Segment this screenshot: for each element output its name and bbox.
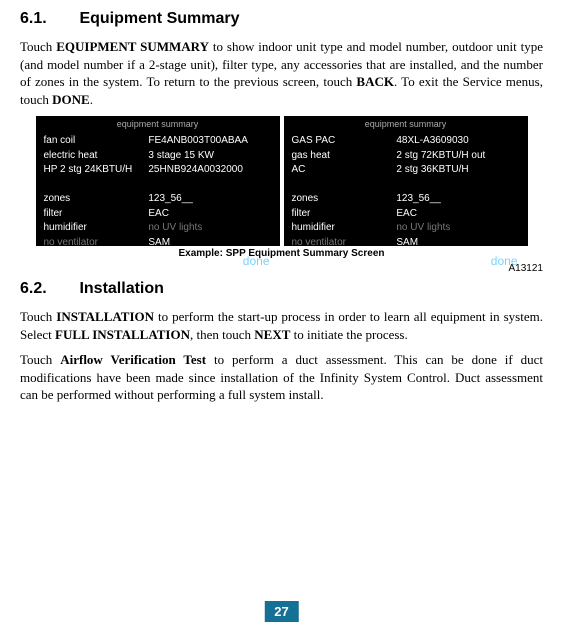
list-item	[396, 178, 519, 193]
section-6-2-paragraph-2: Touch Airflow Verification Test to perfo…	[20, 351, 543, 404]
screen-1-col-right: FE4ANB003T00ABAA 3 stage 15 KW 25HNB924A…	[148, 134, 271, 250]
list-item: EAC	[148, 207, 271, 222]
list-item: 123_56__	[396, 192, 519, 207]
list-item: 25HNB924A0032000	[148, 163, 271, 178]
section-6-1-heading: 6.1. Equipment Summary	[20, 10, 543, 28]
list-item: HP 2 stg 24KBTU/H	[44, 163, 149, 178]
screen-2-col-left: GAS PAC gas heat AC zones filter humidif…	[292, 134, 397, 250]
equipment-summary-screen-1: equipment summary fan coil electric heat…	[36, 116, 280, 246]
screenshot-container: equipment summary fan coil electric heat…	[20, 116, 543, 246]
list-item: FE4ANB003T00ABAA	[148, 134, 271, 149]
back-button[interactable]: back	[294, 254, 319, 268]
section-6-1-number: 6.1.	[20, 10, 75, 28]
list-item: 3 stage 15 KW	[148, 149, 271, 164]
list-item: filter	[44, 207, 149, 222]
screen-1-footer: back done	[36, 252, 280, 272]
list-item: no UV lights	[396, 221, 519, 236]
screen-2-footer: back done	[284, 252, 528, 272]
section-6-2-title: Installation	[79, 280, 163, 297]
list-item: humidifier	[44, 221, 149, 236]
list-item: gas heat	[292, 149, 397, 164]
list-item: electric heat	[44, 149, 149, 164]
screen-2-body: GAS PAC gas heat AC zones filter humidif…	[284, 132, 528, 252]
list-item: 123_56__	[148, 192, 271, 207]
screen-1-col-left: fan coil electric heat HP 2 stg 24KBTU/H…	[44, 134, 149, 250]
list-item: SAM	[148, 236, 271, 251]
section-6-2-paragraph-1: Touch INSTALLATION to perform the start-…	[20, 308, 543, 343]
list-item: 48XL-A3609030	[396, 134, 519, 149]
done-button[interactable]: done	[243, 254, 270, 268]
equipment-summary-screen-2: equipment summary GAS PAC gas heat AC zo…	[284, 116, 528, 246]
section-6-2-number: 6.2.	[20, 280, 75, 298]
list-item: zones	[44, 192, 149, 207]
page-number: 27	[264, 601, 298, 622]
back-button[interactable]: back	[46, 254, 71, 268]
list-item: EAC	[396, 207, 519, 222]
list-item	[148, 178, 271, 193]
screen-2-col-right: 48XL-A3609030 2 stg 72KBTU/H out 2 stg 3…	[396, 134, 519, 250]
list-item: no ventilator	[44, 236, 149, 251]
section-6-2-heading: 6.2. Installation	[20, 280, 543, 298]
list-item: no ventilator	[292, 236, 397, 251]
list-item: filter	[292, 207, 397, 222]
done-button[interactable]: done	[491, 254, 518, 268]
screen-1-body: fan coil electric heat HP 2 stg 24KBTU/H…	[36, 132, 280, 252]
list-item: humidifier	[292, 221, 397, 236]
list-item: AC	[292, 163, 397, 178]
list-item: fan coil	[44, 134, 149, 149]
list-item: GAS PAC	[292, 134, 397, 149]
screen-2-title: equipment summary	[284, 116, 528, 132]
section-6-1-title: Equipment Summary	[79, 10, 239, 27]
list-item: zones	[292, 192, 397, 207]
section-6-1-paragraph: Touch EQUIPMENT SUMMARY to show indoor u…	[20, 38, 543, 108]
list-item: no UV lights	[148, 221, 271, 236]
list-item	[44, 178, 149, 193]
list-item	[292, 178, 397, 193]
screen-1-title: equipment summary	[36, 116, 280, 132]
list-item: SAM	[396, 236, 519, 251]
list-item: 2 stg 72KBTU/H out	[396, 149, 519, 164]
list-item: 2 stg 36KBTU/H	[396, 163, 519, 178]
